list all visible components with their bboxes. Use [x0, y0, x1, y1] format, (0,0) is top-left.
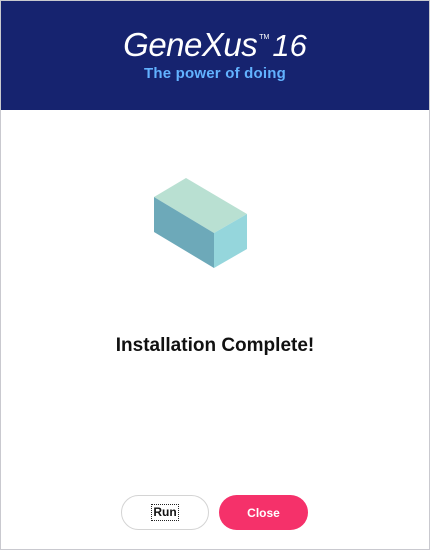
run-button-label: Run — [151, 504, 179, 521]
package-box-icon — [154, 178, 247, 268]
run-button[interactable]: Run — [121, 495, 209, 530]
brand-header: GeneXus TM16 The power of doing — [1, 1, 429, 110]
installation-status-message: Installation Complete! — [115, 335, 315, 356]
brand-logo: GeneXus TM16 — [1, 27, 429, 64]
close-button-label: Close — [247, 505, 280, 520]
close-button[interactable]: Close — [219, 495, 308, 530]
product-name: GeneXus — [123, 26, 258, 63]
product-version: 16 — [272, 28, 307, 63]
installer-window: GeneXus TM16 The power of doing Installat… — [0, 0, 430, 550]
trademark-mark: TM — [259, 34, 270, 41]
brand-tagline: The power of doing — [144, 65, 286, 82]
